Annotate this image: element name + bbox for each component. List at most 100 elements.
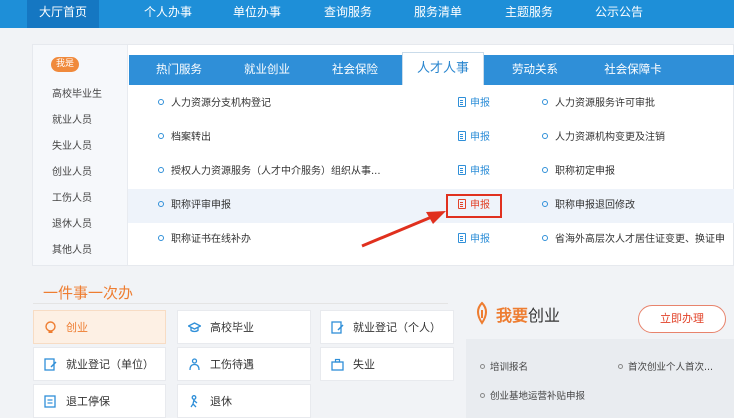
- bulb-icon: [472, 301, 492, 325]
- bullet-icon: [542, 99, 548, 105]
- divider: [33, 303, 448, 304]
- top-nav: 大厅首页 个人办事 单位办事 查询服务 服务清单 主题服务 公示公告: [0, 0, 734, 28]
- startup-panel: 我要创业 立即办理 培训报名 创业基地运营补贴申报 首次创业个人首次...: [462, 291, 734, 418]
- doc-icon: [458, 131, 466, 141]
- startup-item[interactable]: 首次创业个人首次...: [618, 359, 713, 373]
- service-label: 人力资源分支机构登记: [171, 98, 271, 109]
- service-link[interactable]: 档案转出: [158, 121, 211, 155]
- nav-unit[interactable]: 单位办事: [233, 0, 281, 28]
- service-label: 省海外高层次人才居住证变更、换证申: [555, 234, 725, 245]
- nav-home[interactable]: 大厅首页: [27, 0, 100, 28]
- bullet-icon: [158, 133, 164, 139]
- elderly-person-icon: [188, 394, 201, 408]
- bullet-icon: [158, 235, 164, 241]
- bulb-icon: [44, 320, 57, 334]
- bullet-icon: [542, 201, 548, 207]
- service-link[interactable]: 职称申报退回修改: [542, 189, 635, 223]
- i-am-badge: 我是: [51, 57, 79, 72]
- apply-button[interactable]: 申报: [458, 155, 490, 189]
- service-label: 职称初定申报: [555, 166, 615, 177]
- service-label: 职称申报退回修改: [555, 200, 635, 211]
- bullet-icon: [618, 364, 623, 369]
- startup-item-label: 创业基地运营补贴申报: [490, 391, 586, 402]
- item-label: 就业登记（单位）: [66, 358, 154, 371]
- bullet-icon: [480, 364, 485, 369]
- one-stop-item-employment-personal[interactable]: 就业登记（个人）: [320, 310, 454, 344]
- one-stop-item-graduation[interactable]: 高校毕业: [177, 310, 311, 344]
- service-label: 人力资源服务许可审批: [555, 98, 655, 109]
- service-label: 职称证书在线补办: [171, 234, 251, 245]
- one-stop-item-employment-unit[interactable]: 就业登记（单位）: [33, 347, 166, 381]
- sidebar-item-employed[interactable]: 就业人员: [52, 111, 92, 126]
- service-row: 档案转出 申报 人力资源机构变更及注销: [128, 121, 734, 155]
- startup-item[interactable]: 培训报名: [480, 359, 528, 373]
- service-link[interactable]: 人力资源机构变更及注销: [542, 121, 665, 155]
- one-stop-item-startup[interactable]: 创业: [33, 310, 166, 344]
- doc-icon: [458, 165, 466, 175]
- apply-label: 申报: [470, 98, 490, 109]
- edit-doc-icon: [331, 320, 344, 334]
- tab-labor-relations[interactable]: 劳动关系: [495, 55, 575, 85]
- tab-employment[interactable]: 就业创业: [227, 55, 307, 85]
- service-row: 人力资源分支机构登记 申报 人力资源服务许可审批: [128, 87, 734, 121]
- service-link[interactable]: 职称初定申报: [542, 155, 615, 189]
- apply-button[interactable]: 申报: [458, 87, 490, 121]
- nav-announcements[interactable]: 公示公告: [595, 0, 643, 28]
- startup-item-label: 首次创业个人首次...: [628, 362, 714, 373]
- service-row: 授权人力资源服务（人才中介服务）组织从事... 申报 职称初定申报: [128, 155, 734, 189]
- service-link[interactable]: 授权人力资源服务（人才中介服务）组织从事...: [158, 155, 381, 189]
- service-row-highlighted: 职称评审申报 申报 职称申报退回修改: [128, 189, 734, 223]
- nav-themes[interactable]: 主题服务: [505, 0, 553, 28]
- one-stop-item-retirement[interactable]: 退休: [177, 384, 311, 418]
- service-link[interactable]: 人力资源服务许可审批: [542, 87, 655, 121]
- bullet-icon: [542, 133, 548, 139]
- service-label: 档案转出: [171, 132, 211, 143]
- bullet-icon: [480, 393, 485, 398]
- audience-sidebar: 我是 高校毕业生 就业人员 失业人员 创业人员 工伤人员 退休人员 其他人员: [33, 45, 128, 265]
- startup-item[interactable]: 创业基地运营补贴申报: [480, 388, 585, 402]
- service-label: 人力资源机构变更及注销: [555, 132, 665, 143]
- startup-title-rest: 创业: [528, 306, 561, 325]
- one-stop-item-unemployment[interactable]: 失业: [320, 347, 454, 381]
- nav-query[interactable]: 查询服务: [324, 0, 372, 28]
- sidebar-item-others[interactable]: 其他人员: [52, 241, 92, 256]
- sidebar-item-injured[interactable]: 工伤人员: [52, 189, 92, 204]
- sidebar-item-unemployed[interactable]: 失业人员: [52, 137, 92, 152]
- one-stop-item-stop-insurance[interactable]: 退工停保: [33, 384, 166, 418]
- doc-icon: [458, 233, 466, 243]
- apply-now-button[interactable]: 立即办理: [638, 305, 726, 333]
- one-stop-item-injury[interactable]: 工伤待遇: [177, 347, 311, 381]
- item-label: 退休: [210, 395, 232, 408]
- tab-talent-personnel[interactable]: 人才人事: [402, 52, 484, 85]
- briefcase-icon: [331, 358, 344, 371]
- apply-button[interactable]: 申报: [458, 223, 490, 257]
- edit-doc-icon: [44, 357, 57, 371]
- service-link[interactable]: 职称证书在线补办: [158, 223, 251, 257]
- bullet-icon: [542, 167, 548, 173]
- service-link[interactable]: 省海外高层次人才居住证变更、换证申: [542, 223, 725, 257]
- bullet-icon: [542, 235, 548, 241]
- tab-hot-services[interactable]: 热门服务: [139, 55, 219, 85]
- sidebar-item-entrepreneurs[interactable]: 创业人员: [52, 163, 92, 178]
- graduation-cap-icon: [188, 321, 201, 334]
- service-label: 授权人力资源服务（人才中介服务）组织从事...: [171, 166, 381, 177]
- tab-social-security-card[interactable]: 社会保障卡: [587, 55, 679, 85]
- item-label: 退工停保: [66, 395, 110, 408]
- service-link[interactable]: 人力资源分支机构登记: [158, 87, 271, 121]
- bullet-icon: [158, 201, 164, 207]
- item-label: 创业: [66, 321, 88, 334]
- startup-title: 我要创业: [496, 302, 560, 326]
- nav-personal[interactable]: 个人办事: [144, 0, 192, 28]
- doc-icon: [458, 97, 466, 107]
- sidebar-item-retired[interactable]: 退休人员: [52, 215, 92, 230]
- one-stop-title: 一件事一次办: [43, 284, 134, 302]
- sidebar-item-graduates[interactable]: 高校毕业生: [52, 85, 102, 100]
- tab-social-insurance[interactable]: 社会保险: [315, 55, 395, 85]
- nav-service-list[interactable]: 服务清单: [414, 0, 462, 28]
- startup-title-em: 我要: [496, 306, 529, 325]
- apply-button[interactable]: 申报: [458, 121, 490, 155]
- service-link[interactable]: 职称评审申报: [158, 189, 231, 223]
- bullet-icon: [158, 99, 164, 105]
- apply-label: 申报: [470, 234, 490, 245]
- item-label: 失业: [353, 358, 375, 371]
